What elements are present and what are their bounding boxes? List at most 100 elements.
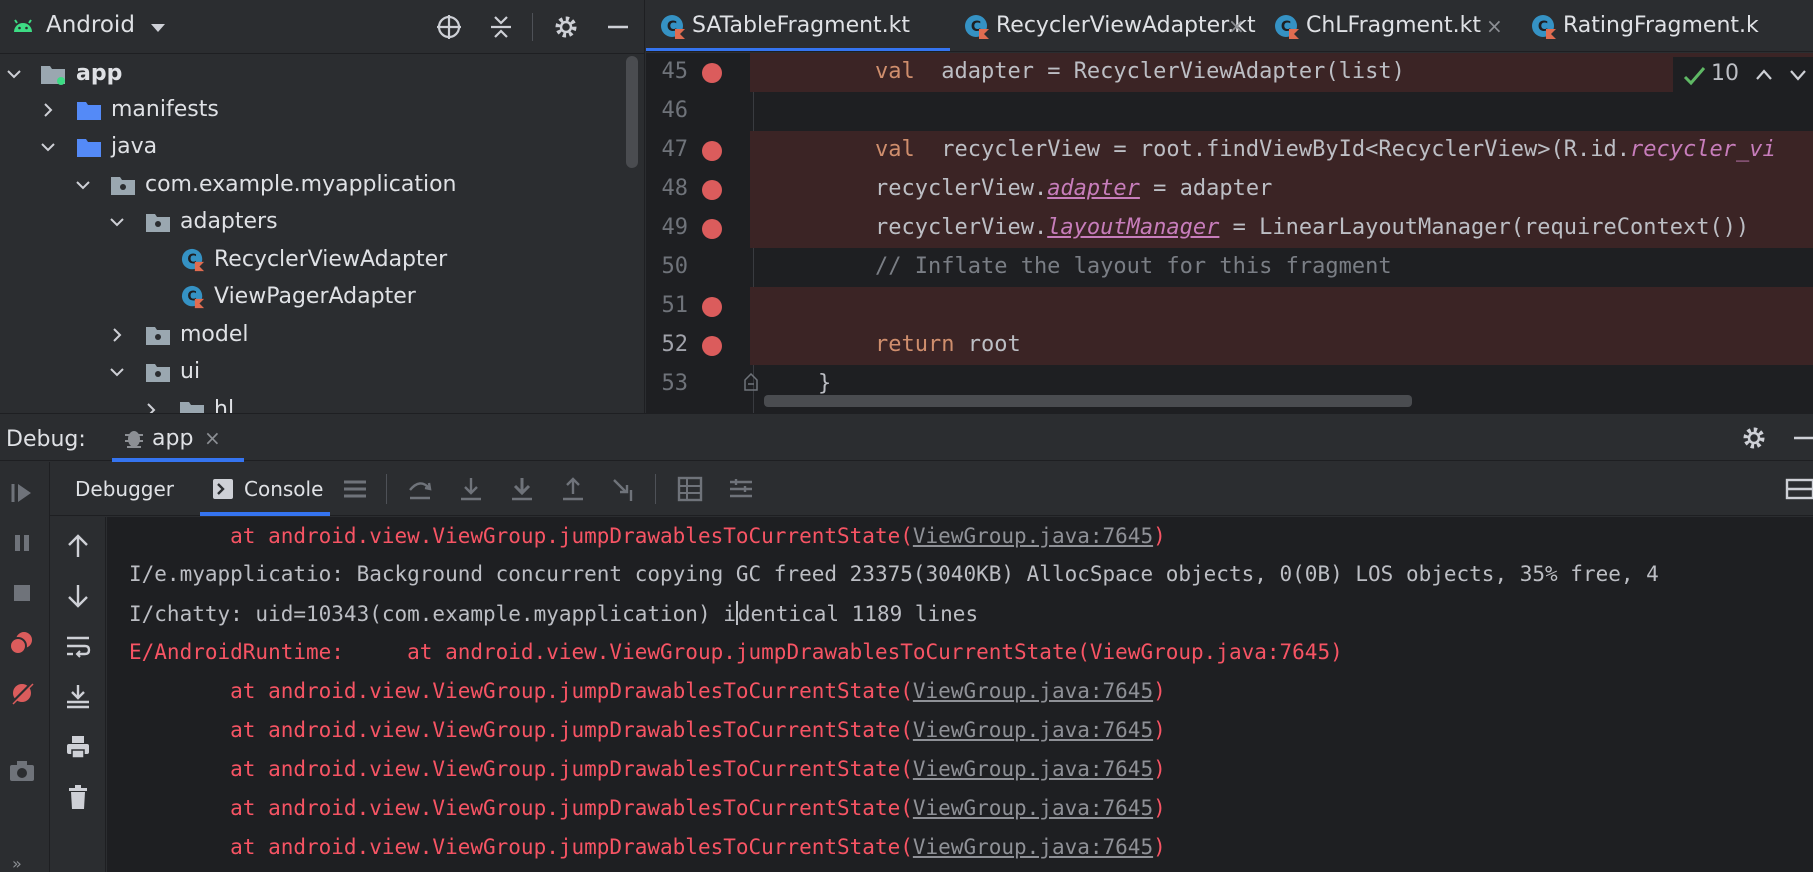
fold-icon[interactable] <box>744 373 758 391</box>
gear-icon[interactable] <box>1740 424 1768 452</box>
breakpoint-icon[interactable] <box>702 141 722 161</box>
crosshair-icon[interactable] <box>434 12 464 42</box>
threads-icon[interactable] <box>341 475 369 503</box>
chevron-down-icon[interactable] <box>75 177 91 193</box>
tab-label: Console <box>244 477 324 501</box>
chevron-down-icon[interactable] <box>109 214 125 230</box>
trace-text: at android.view.ViewGroup.jumpDrawablesT… <box>129 679 913 703</box>
tree-item-java[interactable]: java <box>0 129 620 165</box>
horizontal-scrollbar[interactable] <box>764 395 1412 407</box>
close-icon[interactable]: × <box>1228 14 1245 38</box>
trace-icon[interactable] <box>727 475 755 503</box>
inspection-widget[interactable]: 10 <box>1673 57 1813 93</box>
chevron-down-icon[interactable] <box>1789 67 1807 83</box>
close-icon[interactable]: × <box>1486 14 1503 38</box>
step-over-icon[interactable] <box>406 475 434 503</box>
tree-item-hl[interactable]: hl <box>0 392 620 413</box>
scroll-end-icon[interactable] <box>64 682 92 710</box>
chevron-down-icon[interactable] <box>6 66 22 82</box>
project-scrollbar[interactable] <box>626 56 638 168</box>
step-into-icon[interactable] <box>457 475 485 503</box>
console-line: E/AndroidRuntime: at android.view.ViewGr… <box>107 633 1343 671</box>
tab-console[interactable]: Console <box>200 462 330 516</box>
code-token: } <box>818 371 832 396</box>
tree-item-app[interactable]: app <box>0 56 620 92</box>
breakpoints-icon[interactable] <box>8 629 36 657</box>
bug-icon <box>125 431 143 448</box>
source-link[interactable]: ViewGroup.java:7645 <box>913 679 1153 703</box>
tree-item-ui[interactable]: ui <box>0 354 620 390</box>
camera-icon[interactable] <box>8 757 36 785</box>
expand-icon[interactable]: » <box>12 854 22 872</box>
code-token: = adapter <box>1139 176 1273 201</box>
source-link[interactable]: ViewGroup.java:7645 <box>913 524 1153 548</box>
tree-item-label: java <box>111 134 158 159</box>
tree-item-adapters[interactable]: adapters <box>0 204 620 240</box>
toolbar-separator <box>655 474 656 504</box>
layout-icon[interactable] <box>1785 475 1813 503</box>
tab-ratingfragment[interactable]: C RatingFragment.k <box>1517 0 1813 51</box>
trace-text: ) <box>1153 796 1166 820</box>
code-editor[interactable]: 45 val adapter = RecyclerViewAdapter(lis… <box>646 53 1813 413</box>
tab-debugger[interactable]: Debugger <box>62 462 174 516</box>
chevron-right-icon[interactable] <box>143 402 159 413</box>
line-number: 53 <box>661 371 689 396</box>
run-to-cursor-icon[interactable] <box>610 475 638 503</box>
tab-label: Debugger <box>75 477 174 501</box>
tab-chlfragment[interactable]: C ChLFragment.kt × <box>1260 0 1517 51</box>
tree-item-recyclerviewadapter[interactable]: C RecyclerViewAdapter <box>0 242 620 278</box>
chevron-right-icon[interactable] <box>40 102 56 118</box>
package-icon <box>111 177 135 195</box>
code-token: root <box>954 332 1021 357</box>
kotlin-class-icon: C <box>965 15 989 39</box>
minimize-icon[interactable] <box>1792 424 1813 452</box>
chevron-down-icon[interactable] <box>40 139 56 155</box>
breakpoint-icon[interactable] <box>702 336 722 356</box>
evaluate-icon[interactable] <box>676 475 704 503</box>
tab-satablefragment[interactable]: C SATableFragment.kt <box>646 0 950 51</box>
source-link[interactable]: ViewGroup.java:7645 <box>913 757 1153 781</box>
tree-item-viewpageradapter[interactable]: C ViewPagerAdapter <box>0 279 620 315</box>
resume-icon[interactable] <box>8 479 36 507</box>
package-icon <box>180 402 204 413</box>
minimize-icon[interactable] <box>603 12 633 42</box>
soft-wrap-icon[interactable] <box>64 632 92 660</box>
tree-item-manifests[interactable]: manifests <box>0 92 620 128</box>
tree-item-model[interactable]: model <box>0 317 620 353</box>
code-line: 49 recyclerView.layoutManager = LinearLa… <box>646 209 1813 248</box>
kotlin-class-icon: C <box>661 15 685 39</box>
step-out-icon[interactable] <box>559 475 587 503</box>
tab-recyclerviewadapter[interactable]: C RecyclerViewAdapter.kt × <box>950 0 1260 51</box>
breakpoint-icon[interactable] <box>702 63 722 83</box>
source-link[interactable]: ViewGroup.java:7645 <box>913 796 1153 820</box>
line-number: 45 <box>661 59 689 84</box>
project-view-selector[interactable]: Android <box>46 12 135 38</box>
console-output[interactable]: at android.view.ViewGroup.jumpDrawablesT… <box>107 517 1813 872</box>
breakpoint-icon[interactable] <box>702 180 722 200</box>
breakpoint-icon[interactable] <box>702 297 722 317</box>
force-step-into-icon[interactable] <box>508 475 536 503</box>
print-icon[interactable] <box>64 733 92 761</box>
gear-icon[interactable] <box>551 12 581 42</box>
arrow-down-icon[interactable] <box>64 582 92 610</box>
stop-icon[interactable] <box>8 579 36 607</box>
mute-breakpoints-icon[interactable] <box>8 679 36 707</box>
tab-label: RecyclerViewAdapter.kt <box>996 13 1256 38</box>
trash-icon[interactable] <box>64 783 92 811</box>
debug-actions-strip: » <box>0 462 50 872</box>
breakpoint-icon[interactable] <box>702 219 722 239</box>
collapse-all-icon[interactable] <box>486 12 516 42</box>
tree-item-package[interactable]: com.example.myapplication <box>0 167 620 203</box>
chevron-up-icon[interactable] <box>1755 67 1773 83</box>
source-link[interactable]: ViewGroup.java:7645 <box>913 835 1153 859</box>
code-line: 46 <box>646 92 1813 131</box>
tab-debug-session-app[interactable]: app × <box>112 414 244 462</box>
chevron-down-icon[interactable] <box>148 18 168 38</box>
pause-icon[interactable] <box>8 529 36 557</box>
code-text: return root <box>875 332 1021 357</box>
close-icon[interactable]: × <box>204 426 221 450</box>
arrow-up-icon[interactable] <box>64 532 92 560</box>
source-link[interactable]: ViewGroup.java:7645 <box>913 718 1153 742</box>
chevron-right-icon[interactable] <box>109 327 125 343</box>
chevron-down-icon[interactable] <box>109 364 125 380</box>
